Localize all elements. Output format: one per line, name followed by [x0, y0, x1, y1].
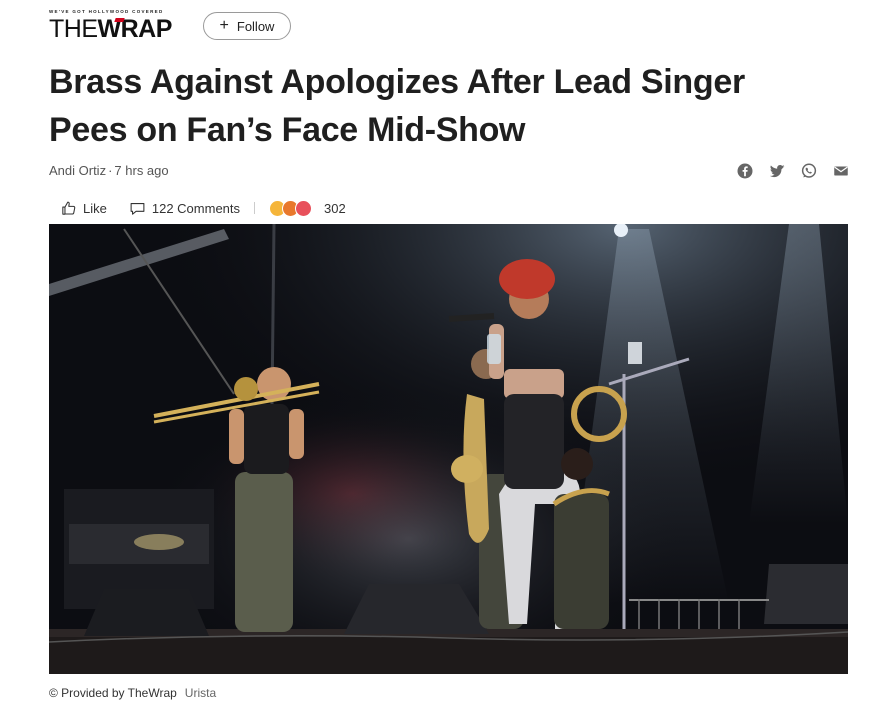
reactions-button[interactable]: 302 [269, 199, 346, 217]
reaction-count: 302 [324, 200, 346, 216]
concert-stage-image [49, 224, 848, 674]
plus-icon: + [219, 17, 229, 34]
like-button[interactable]: Like [60, 200, 107, 217]
comment-icon [130, 202, 145, 215]
divider [254, 202, 256, 214]
engagement-bar: Like 122 Comments 302 [60, 198, 346, 218]
follow-label: Follow [236, 18, 275, 34]
credit-source: Urista [184, 686, 217, 700]
logo-tagline: WE'VE GOT HOLLYWOOD COVERED [49, 9, 164, 14]
logo-wrap: WRAP [97, 15, 173, 43]
whatsapp-icon[interactable] [800, 162, 818, 180]
share-bar [736, 162, 850, 180]
thewrap-logo[interactable]: WE'VE GOT HOLLYWOOD COVERED THEWRAP [49, 9, 189, 43]
byline: Andi Ortiz · 7 hrs ago [49, 163, 169, 178]
comments-button[interactable]: 122 Comments [129, 200, 240, 217]
photo-credit: © Provided by TheWrap Urista [49, 686, 216, 700]
author-name[interactable]: Andi Ortiz [49, 163, 106, 178]
publish-time: 7 hrs ago [114, 163, 169, 178]
reaction-icons [269, 199, 313, 217]
twitter-icon[interactable] [768, 162, 786, 180]
comments-label: 122 Comments [151, 200, 241, 216]
email-icon[interactable] [832, 162, 850, 180]
thumbs-up-icon [62, 201, 76, 215]
follow-button[interactable]: + Follow [203, 12, 291, 40]
logo-wordmark: THEWRAP [49, 15, 172, 43]
logo-red-mark [114, 18, 125, 22]
byline-separator: · [108, 163, 113, 178]
article-photo[interactable] [49, 224, 848, 674]
like-label: Like [83, 200, 107, 216]
logo-the: THE [49, 15, 98, 43]
credit-text: © Provided by TheWrap [49, 686, 177, 700]
facebook-icon[interactable] [736, 162, 754, 180]
article-headline: Brass Against Apologizes After Lead Sing… [49, 63, 745, 149]
heart-reaction-icon [295, 199, 313, 217]
